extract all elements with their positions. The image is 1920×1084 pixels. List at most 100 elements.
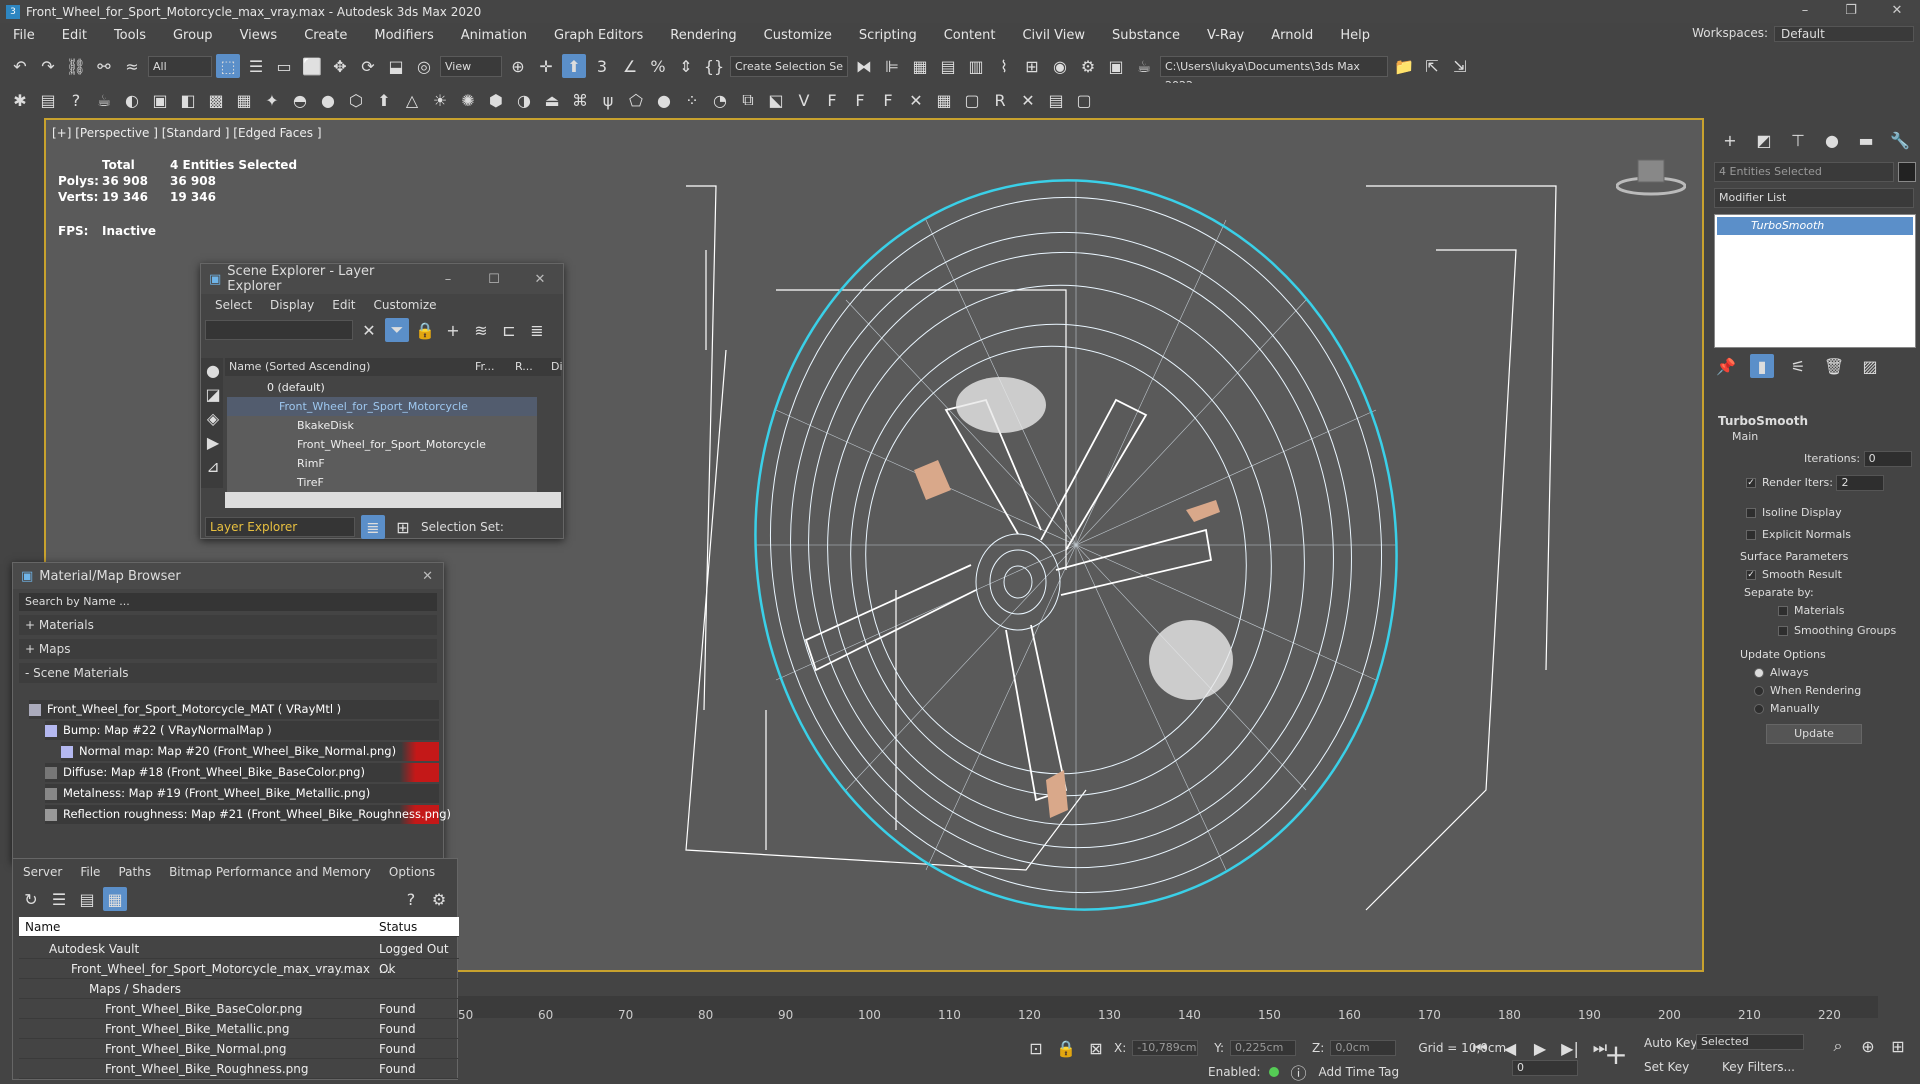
material-row-bump[interactable]: Bump: Map #22 ( VRayNormalMap ) (45, 721, 439, 740)
ribbon-icon[interactable]: ▥ (964, 54, 988, 78)
tools-cross-icon[interactable]: ✕ (904, 88, 928, 112)
vray-decal-icon[interactable]: ⌘ (568, 88, 592, 112)
project-path-dropdown[interactable]: C:\Users\lukya\Documents\3ds Max 2022 (1160, 55, 1388, 92)
smoothing-groups-row[interactable]: Smoothing Groups (1778, 622, 1896, 640)
vray-light-icon[interactable]: ✦ (260, 88, 284, 112)
y-coordinate-field[interactable]: 0,225cm (1230, 1040, 1297, 1056)
toon-icon[interactable]: ◔ (708, 88, 732, 112)
named-selection-dropdown[interactable]: Create Selection Se (730, 55, 848, 77)
modifier-stack-item[interactable]: TurboSmooth (1717, 217, 1913, 235)
frame-tool-icon[interactable]: ▢ (960, 88, 984, 112)
open-project-icon[interactable]: ⇱ (1420, 54, 1444, 78)
menu-help[interactable]: Help (1327, 28, 1384, 43)
light-mix-icon[interactable]: ◐ (120, 88, 144, 112)
display-helpers-icon[interactable]: ⊿ (201, 454, 225, 478)
manipulate-icon[interactable]: ✛ (534, 54, 558, 78)
pin-stack-icon[interactable]: 📌 (1714, 354, 1738, 378)
redo-icon[interactable]: ↷ (36, 54, 60, 78)
schematic-view-icon[interactable]: ⊞ (1020, 54, 1044, 78)
selection-filter-dropdown[interactable]: All (148, 55, 212, 77)
utilities-tab-icon[interactable]: 🔧 (1888, 128, 1912, 152)
select-object-icon[interactable]: ⬚ (216, 54, 240, 78)
material-row-vraymtl[interactable]: Front_Wheel_for_Sport_Motorcycle_MAT ( V… (29, 700, 439, 719)
sun-icon[interactable]: ☀ (428, 88, 452, 112)
material-row-metalness[interactable]: Metalness: Map #19 (Front_Wheel_Bike_Met… (45, 784, 439, 803)
snaps-toggle-icon[interactable]: 3 (590, 54, 614, 78)
menu-rendering[interactable]: Rendering (657, 28, 750, 43)
scatter-icon[interactable]: ⁘ (680, 88, 704, 112)
vray-material-icon[interactable]: ▩ (204, 88, 228, 112)
align-icon[interactable]: ⊫ (880, 54, 904, 78)
materials-checkbox[interactable] (1778, 606, 1788, 616)
table-tool-icon[interactable]: ▤ (1044, 88, 1068, 112)
display-geometry-icon[interactable]: ◪ (201, 382, 225, 406)
vray-plane-icon[interactable]: ⏏ (540, 88, 564, 112)
viewport-label[interactable]: [+] [Perspective ] [Standard ] [Edged Fa… (52, 126, 322, 140)
menu-substance[interactable]: Substance (1099, 28, 1194, 43)
se-horizontal-scrollbar[interactable] (225, 492, 561, 508)
at-help-icon[interactable]: ? (399, 887, 423, 911)
object-name-field[interactable]: 4 Entities Selected (1714, 162, 1894, 182)
edit-named-sets-icon[interactable]: {} (702, 54, 726, 78)
place-icon[interactable]: ◎ (412, 54, 436, 78)
layer-explorer-icon[interactable]: ▤ (936, 54, 960, 78)
explicit-normals-checkbox[interactable] (1746, 530, 1756, 540)
at-menu-bitmap[interactable]: Bitmap Performance and Memory (169, 865, 371, 879)
vray-grass-icon[interactable]: ψ (596, 88, 620, 112)
enabled-indicator-icon[interactable] (1268, 1067, 1279, 1077)
menu-animation[interactable]: Animation (448, 28, 541, 43)
vray-sphere-icon[interactable]: ◑ (512, 88, 536, 112)
explorer-type-dropdown[interactable]: Layer Explorer (205, 517, 355, 537)
layer-mode-icon[interactable]: ≣ (361, 515, 385, 539)
at-row-roughness[interactable]: Front_Wheel_Bike_Roughness.png Found (19, 1059, 459, 1079)
refresh-icon[interactable]: ↻ (19, 887, 43, 911)
railclone-icon[interactable]: R (988, 88, 1012, 112)
smoothing-groups-checkbox[interactable] (1778, 626, 1788, 636)
at-row-normal[interactable]: Front_Wheel_Bike_Normal.png Found (19, 1039, 459, 1059)
modifier-list-dropdown[interactable]: Modifier List (1714, 188, 1914, 208)
menu-group[interactable]: Group (160, 28, 227, 43)
at-menu-options[interactable]: Options (389, 865, 435, 879)
folder-view-icon[interactable]: ▤ (75, 887, 99, 911)
explicit-normals-row[interactable]: Explicit Normals (1746, 526, 1851, 544)
isoline-row[interactable]: Isoline Display (1746, 504, 1842, 522)
material-row-roughness[interactable]: Reflection roughness: Map #21 (Front_Whe… (45, 805, 451, 824)
scene-materials-section[interactable]: - Scene Materials (19, 663, 437, 683)
close-button[interactable]: ✕ (1874, 0, 1920, 23)
absolute-mode-icon[interactable]: ⊠ (1084, 1036, 1108, 1060)
curve-editor-icon[interactable]: ⌇ (992, 54, 1016, 78)
se-col-fr[interactable]: Fr... (475, 358, 495, 376)
prev-frame-icon[interactable]: ◀ (1498, 1036, 1522, 1060)
add-time-tag-button[interactable]: Add Time Tag (1319, 1065, 1400, 1079)
se-row-layer-wheel[interactable]: Front_Wheel_for_Sport_Motorcycle (227, 397, 537, 416)
fp-icon-2[interactable]: F (848, 88, 872, 112)
zoom-icon[interactable]: ⌕ (1826, 1034, 1850, 1058)
rollout-title[interactable]: TurboSmooth (1718, 414, 1808, 428)
layers-icon[interactable]: ≣ (525, 318, 549, 342)
at-settings-icon[interactable]: ⚙ (427, 887, 451, 911)
scene-explorer-search[interactable] (205, 320, 353, 340)
at-col-name[interactable]: Name (19, 920, 60, 934)
render-icon[interactable]: ☕ (1132, 54, 1156, 78)
at-col-status[interactable]: Status (379, 917, 417, 937)
vfb-icon[interactable]: ▣ (148, 88, 172, 112)
set-key-plus-icon[interactable]: + (1598, 1038, 1634, 1074)
window-crossing-icon[interactable]: ⬜ (300, 54, 324, 78)
vray-fur-icon[interactable]: ⬢ (484, 88, 508, 112)
project-settings-icon[interactable]: ⇲ (1448, 54, 1472, 78)
scene-explorer-minimize[interactable]: – (425, 272, 471, 287)
menu-vray[interactable]: V-Ray (1194, 28, 1258, 43)
grid-tool-icon[interactable]: ▦ (932, 88, 956, 112)
pivot-icon[interactable]: ⊕ (506, 54, 530, 78)
ies-light-icon[interactable]: ⬆ (372, 88, 396, 112)
scene-explorer-maximize[interactable]: ☐ (471, 272, 517, 287)
z-coordinate-field[interactable]: 0,0cm (1330, 1040, 1397, 1056)
project-folder-icon[interactable]: 📁 (1392, 54, 1416, 78)
render-iters-spinner[interactable]: 2 (1836, 475, 1885, 491)
add-layer-icon[interactable]: + (441, 318, 465, 342)
help-icon[interactable]: ? (64, 88, 88, 112)
object-color-swatch[interactable] (1898, 162, 1916, 182)
info-icon[interactable]: ⓘ (1287, 1060, 1311, 1084)
wheel-wireframe-model[interactable] (646, 150, 1566, 940)
menu-tools[interactable]: Tools (101, 28, 160, 43)
